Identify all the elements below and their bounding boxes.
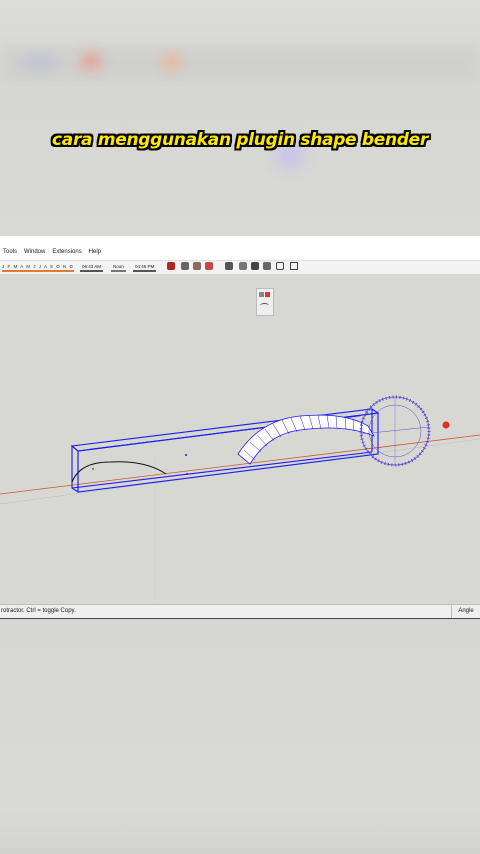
outliner-icon[interactable]: [181, 262, 189, 270]
model-info-icon[interactable]: [290, 262, 298, 270]
point-marker: [185, 454, 187, 456]
drawing-area[interactable]: [0, 274, 480, 604]
menu-extensions[interactable]: Extensions: [52, 246, 81, 258]
blurred-icon: [80, 52, 102, 70]
video-background-bottom: [0, 619, 480, 854]
point-marker: [92, 468, 94, 470]
warehouse-icon[interactable]: [263, 262, 271, 270]
menu-help[interactable]: Help: [89, 246, 101, 258]
box-bottom-edge: [71, 451, 373, 489]
point-marker: [186, 473, 188, 475]
cursor-icon: [442, 421, 450, 429]
materials-icon[interactable]: [193, 262, 201, 270]
sketchup-window: Tools Window Extensions Help J F M A M J…: [0, 236, 480, 619]
styles-icon[interactable]: [225, 262, 233, 270]
menu-bar: Tools Window Extensions Help: [0, 246, 480, 258]
video-caption: cara menggunakan plugin shape bender: [52, 130, 428, 150]
shadow-time-noon[interactable]: Noon: [111, 263, 126, 272]
shadow-time-end[interactable]: 04:45 PM: [133, 263, 157, 272]
house-icon[interactable]: [276, 262, 284, 270]
camera-icon[interactable]: [167, 262, 175, 270]
shadow-toolbar: J F M A M J J A S O N D 06:43 AM Noon 04…: [0, 260, 480, 275]
status-message: rotractor. Ctrl = toggle Copy.: [1, 608, 76, 614]
scenes-icon[interactable]: [239, 262, 247, 270]
components-icon[interactable]: [205, 262, 213, 270]
menu-tools[interactable]: Tools: [3, 246, 17, 258]
video-background-top: [0, 0, 480, 236]
menu-window[interactable]: Window: [24, 246, 45, 258]
status-bar: rotractor. Ctrl = toggle Copy. Angle: [0, 604, 480, 618]
shadow-time-start[interactable]: 06:43 AM: [80, 263, 104, 272]
home-icon[interactable]: [251, 262, 259, 270]
blurred-icon: [20, 56, 60, 70]
measurements-label: Angle: [451, 605, 480, 618]
model-canvas: [0, 395, 480, 604]
shadow-month-slider[interactable]: J F M A M J J A S O N D: [2, 263, 74, 272]
blurred-icon: [162, 54, 182, 70]
blurred-toolbar-echo: [0, 46, 480, 82]
